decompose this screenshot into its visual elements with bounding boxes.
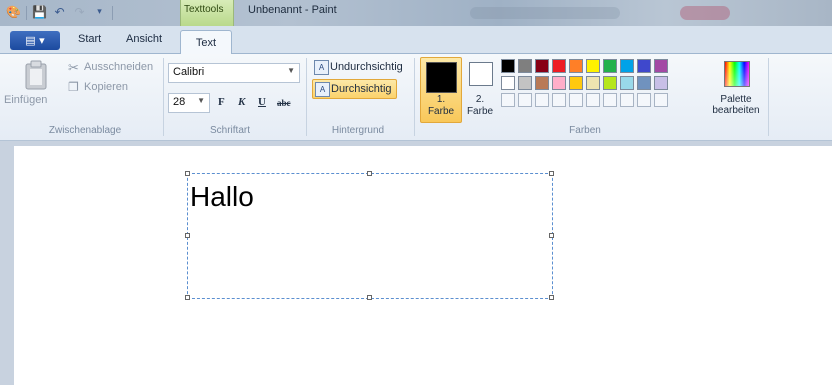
font-family-value: Calibri (173, 66, 205, 78)
palette-color-swatch[interactable] (586, 59, 600, 73)
palette-color-swatch[interactable] (501, 59, 515, 73)
palette-empty-slot[interactable] (535, 93, 549, 107)
resize-handle[interactable] (185, 295, 190, 300)
underline-button[interactable]: U (258, 96, 266, 108)
palette-color-swatch[interactable] (603, 59, 617, 73)
color1-button[interactable]: 1. Farbe (420, 57, 462, 123)
group-divider (306, 58, 307, 136)
color1-swatch (426, 62, 457, 93)
tab-text[interactable]: Text (180, 30, 232, 55)
color2-label-num: 2. (475, 94, 485, 105)
menu-icon: ▤ ▾ (25, 34, 45, 47)
palette-color-swatch[interactable] (501, 76, 515, 90)
italic-button[interactable]: K (238, 96, 245, 108)
strikethrough-button[interactable]: abc (277, 98, 291, 108)
palette-color-swatch[interactable] (518, 59, 532, 73)
opaque-text-icon: A (314, 60, 329, 75)
palette-color-swatch[interactable] (620, 59, 634, 73)
canvas-text[interactable]: Hallo (190, 181, 254, 213)
palette-color-swatch[interactable] (518, 76, 532, 90)
color1-label-text: Farbe (427, 106, 455, 117)
scissors-icon: ✂ (68, 60, 79, 75)
context-group-label: Texttools (184, 4, 224, 15)
palette-color-swatch[interactable] (535, 59, 549, 73)
resize-handle[interactable] (549, 171, 554, 176)
cut-button[interactable]: Ausschneiden (84, 61, 153, 73)
blurred-title-area (470, 7, 620, 19)
palette-color-swatch[interactable] (620, 76, 634, 90)
paint-app-icon[interactable]: 🎨 (6, 5, 21, 20)
bold-button[interactable]: F (218, 96, 225, 108)
paste-button[interactable]: Einfügen (4, 94, 47, 106)
palette-color-swatch[interactable] (552, 59, 566, 73)
edit-palette-icon[interactable] (724, 61, 750, 87)
chevron-down-icon: ▼ (197, 96, 205, 105)
save-icon[interactable]: 💾 (32, 5, 47, 20)
font-family-select[interactable]: Calibri ▼ (168, 63, 300, 83)
window-controls-blurred[interactable] (680, 6, 730, 20)
palette-color-swatch[interactable] (586, 76, 600, 90)
palette-empty-slot[interactable] (603, 93, 617, 107)
palette-color-swatch[interactable] (637, 59, 651, 73)
paint-menu-button[interactable]: ▤ ▾ (10, 31, 60, 50)
palette-empty-slot[interactable] (552, 93, 566, 107)
transparent-text-icon: A (315, 82, 330, 97)
paint-window: 🎨 💾 ↶ ↷ ▾ Texttools Unbenannt - Paint ▤ … (0, 0, 832, 385)
undo-icon[interactable]: ↶ (52, 5, 67, 20)
palette-color-swatch[interactable] (603, 76, 617, 90)
group-divider (768, 58, 769, 136)
resize-handle[interactable] (367, 171, 372, 176)
palette-color-swatch[interactable] (552, 76, 566, 90)
transparent-label: Durchsichtig (331, 83, 392, 95)
color2-swatch[interactable] (469, 62, 493, 86)
copy-button[interactable]: Kopieren (84, 81, 128, 93)
palette-color-swatch[interactable] (654, 76, 668, 90)
opaque-background-option[interactable]: A Undurchsichtig (312, 58, 407, 76)
resize-handle[interactable] (367, 295, 372, 300)
chevron-down-icon: ▼ (287, 66, 295, 75)
group-divider (163, 58, 164, 136)
font-size-value: 28 (173, 96, 186, 108)
opaque-label: Undurchsichtig (330, 61, 403, 73)
palette-empty-slot[interactable] (654, 93, 668, 107)
tab-start[interactable]: Start (78, 33, 101, 45)
palette-color-swatch[interactable] (654, 59, 668, 73)
palette-color-swatch[interactable] (535, 76, 549, 90)
quick-access-toolbar: 🎨 💾 ↶ ↷ ▾ (6, 5, 113, 20)
background-group-label: Hintergrund (331, 125, 385, 136)
edit-palette-label-1[interactable]: Palette (708, 94, 764, 105)
clipboard-group-label: Zwischenablage (48, 125, 122, 136)
palette-empty-slot[interactable] (637, 93, 651, 107)
transparent-background-option[interactable]: A Durchsichtig (312, 79, 397, 99)
font-group-label: Schriftart (209, 125, 250, 136)
resize-handle[interactable] (185, 171, 190, 176)
palette-color-swatch[interactable] (569, 76, 583, 90)
ribbon-tab-row (0, 26, 832, 54)
palette-empty-slot[interactable] (501, 93, 515, 107)
palette-empty-slot[interactable] (586, 93, 600, 107)
resize-handle[interactable] (549, 295, 554, 300)
palette-color-swatch[interactable] (637, 76, 651, 90)
edit-palette-label-2[interactable]: bearbeiten (708, 105, 764, 116)
divider (112, 5, 113, 20)
window-title: Unbenannt - Paint (248, 4, 337, 16)
customize-dropdown-icon[interactable]: ▾ (92, 5, 107, 20)
font-size-select[interactable]: 28 ▼ (168, 93, 210, 113)
color2-label-text: Farbe (466, 106, 494, 117)
colors-group-label: Farben (569, 125, 601, 136)
palette-empty-slot[interactable] (518, 93, 532, 107)
palette-empty-slot[interactable] (620, 93, 634, 107)
palette-color-swatch[interactable] (569, 59, 583, 73)
redo-icon[interactable]: ↷ (72, 5, 87, 20)
copy-icon: ❐ (68, 80, 79, 94)
group-divider (414, 58, 415, 136)
tab-view[interactable]: Ansicht (126, 33, 162, 45)
paste-clipboard-icon[interactable] (24, 60, 48, 90)
divider (26, 5, 27, 20)
color1-label-num: 1. (436, 94, 446, 105)
resize-handle[interactable] (549, 233, 554, 238)
palette-empty-slot[interactable] (569, 93, 583, 107)
resize-handle[interactable] (185, 233, 190, 238)
